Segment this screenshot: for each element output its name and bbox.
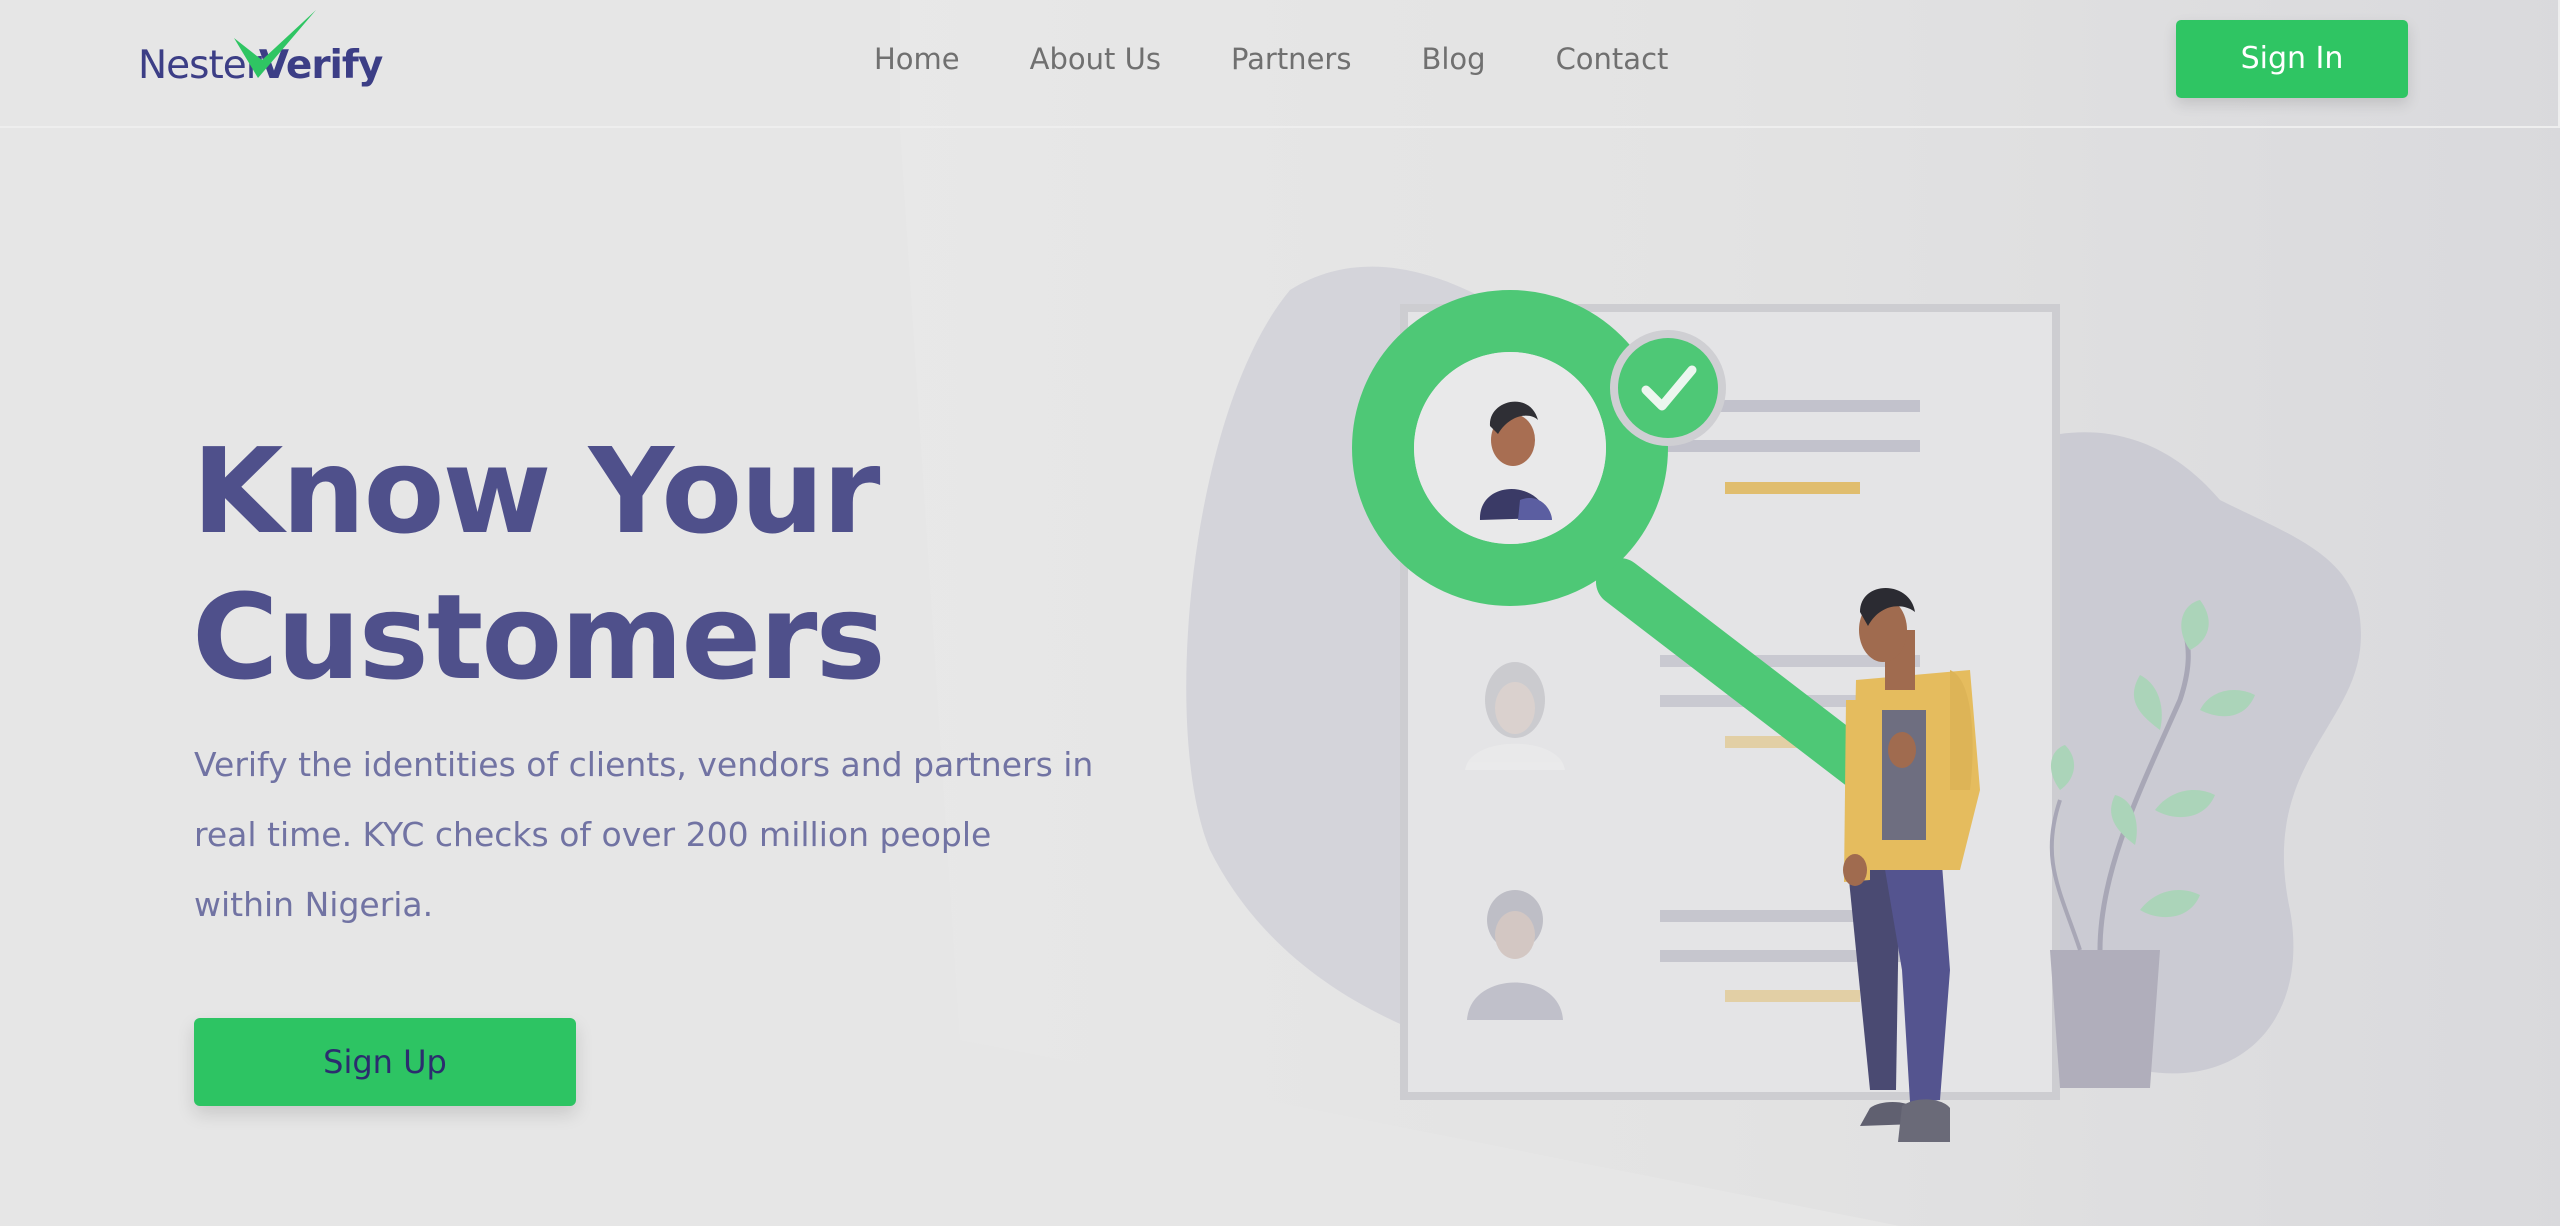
kyc-illustration [1186,266,2361,1142]
sign-in-button[interactable]: Sign In [2176,20,2408,98]
hero-title-line-1: Know Your [192,422,881,560]
nav-home[interactable]: Home [874,42,960,76]
hero-title: Know Your Customers [192,418,1092,710]
hero-description: Verify the identities of clients, vendor… [194,745,1094,924]
top-navbar: NesterVerify Home About Us Partners Blog… [0,0,2560,128]
nav-blog[interactable]: Blog [1421,42,1485,76]
main-nav: Home About Us Partners Blog Contact [874,42,1738,76]
logo-check-icon [234,10,316,78]
nav-partners[interactable]: Partners [1231,42,1352,76]
hero-title-line-2: Customers [192,568,886,706]
nav-about-us[interactable]: About Us [1030,42,1161,76]
brand-logo[interactable]: NesterVerify [138,8,383,92]
nav-contact[interactable]: Contact [1556,42,1669,76]
check-icon [1610,330,1726,446]
sign-up-button[interactable]: Sign Up [194,1018,576,1106]
